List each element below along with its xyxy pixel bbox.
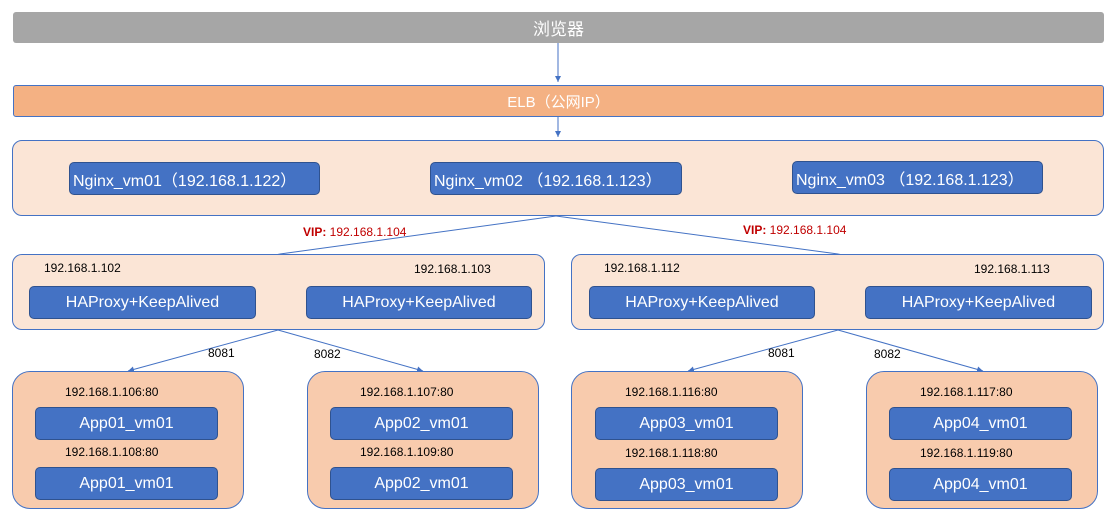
vip-label-left: VIP: 192.168.1.104 <box>303 225 406 239</box>
elb-label: ELB（公网IP） <box>507 93 610 111</box>
app-node-label: App02_vm01 <box>374 474 469 492</box>
vip-prefix: VIP: <box>303 225 327 239</box>
haproxy-ip-label: 192.168.1.112 <box>604 261 680 275</box>
app-ip-label: 192.168.1.106:80 <box>65 385 159 399</box>
vip-prefix: VIP: <box>743 223 767 237</box>
app-node: App01_vm01 <box>35 407 218 440</box>
elb-bar: ELB（公网IP） <box>13 85 1104 117</box>
app-ip-label: 192.168.1.117:80 <box>920 385 1013 399</box>
browser-label: 浏览器 <box>533 20 584 39</box>
app-node-label: App02_vm01 <box>374 414 469 432</box>
haproxy-node-label: HAProxy+KeepAlived <box>901 293 1056 311</box>
app-node-label: App01_vm01 <box>79 474 174 492</box>
port-label: 8081 <box>208 346 235 360</box>
app-ip-label: 192.168.1.118:80 <box>625 446 718 460</box>
app-node: App03_vm01 <box>595 407 778 440</box>
haproxy-ip-label: 192.168.1.113 <box>974 262 1050 276</box>
vip-label-right: VIP: 192.168.1.104 <box>743 223 846 237</box>
arrow-left-8081 <box>127 329 279 373</box>
nginx-node-label: Nginx_vm01（192.168.1.122） <box>73 172 297 190</box>
arrow-right-8081 <box>687 329 839 373</box>
haproxy-node-label: HAProxy+KeepAlived <box>625 293 779 311</box>
haproxy-node: HAProxy+KeepAlived <box>865 286 1092 319</box>
port-label: 8082 <box>874 347 901 361</box>
app-node-label: App04_vm01 <box>933 414 1028 432</box>
app-node: App01_vm01 <box>35 467 218 500</box>
haproxy-node-label: HAProxy+KeepAlived <box>342 293 496 311</box>
app-node: App02_vm01 <box>330 407 513 440</box>
nginx-node-vm03: Nginx_vm03 （192.168.1.123） <box>792 161 1043 194</box>
port-label: 8082 <box>314 347 341 361</box>
nginx-node-vm01: Nginx_vm01（192.168.1.122） <box>69 162 320 195</box>
app-ip-label: 192.168.1.119:80 <box>920 446 1013 460</box>
port-label: 8081 <box>768 346 795 360</box>
app-node: App04_vm01 <box>889 407 1072 440</box>
app-node-label: App01_vm01 <box>79 414 174 432</box>
nginx-node-label: Nginx_vm02 （192.168.1.123） <box>434 172 662 190</box>
app-node-label: App03_vm01 <box>639 414 734 432</box>
app-node: App03_vm01 <box>595 468 778 501</box>
nginx-node-vm02: Nginx_vm02 （192.168.1.123） <box>430 162 682 195</box>
haproxy-ip-label: 192.168.1.103 <box>414 262 491 276</box>
app-node: App02_vm01 <box>330 467 513 500</box>
arrow-right-8082 <box>837 329 984 373</box>
arrow-left-8082 <box>277 329 424 373</box>
app-ip-label: 192.168.1.107:80 <box>360 385 454 399</box>
haproxy-node-label: HAProxy+KeepAlived <box>65 293 220 311</box>
app-node-label: App04_vm01 <box>933 475 1028 493</box>
app-node-label: App03_vm01 <box>639 475 734 493</box>
nginx-node-label: Nginx_vm03 （192.168.1.123） <box>796 171 1024 189</box>
haproxy-node: HAProxy+KeepAlived <box>589 286 815 319</box>
browser-bar: 浏览器 <box>13 12 1104 43</box>
haproxy-node: HAProxy+KeepAlived <box>29 286 256 319</box>
haproxy-node: HAProxy+KeepAlived <box>306 286 532 319</box>
vip-ip: 192.168.1.104 <box>766 223 847 237</box>
app-ip-label: 192.168.1.108:80 <box>65 445 159 459</box>
app-ip-label: 192.168.1.116:80 <box>625 385 718 399</box>
vip-ip: 192.168.1.104 <box>326 225 407 239</box>
app-ip-label: 192.168.1.109:80 <box>360 445 454 459</box>
haproxy-ip-label: 192.168.1.102 <box>44 261 121 275</box>
app-node: App04_vm01 <box>889 468 1072 501</box>
